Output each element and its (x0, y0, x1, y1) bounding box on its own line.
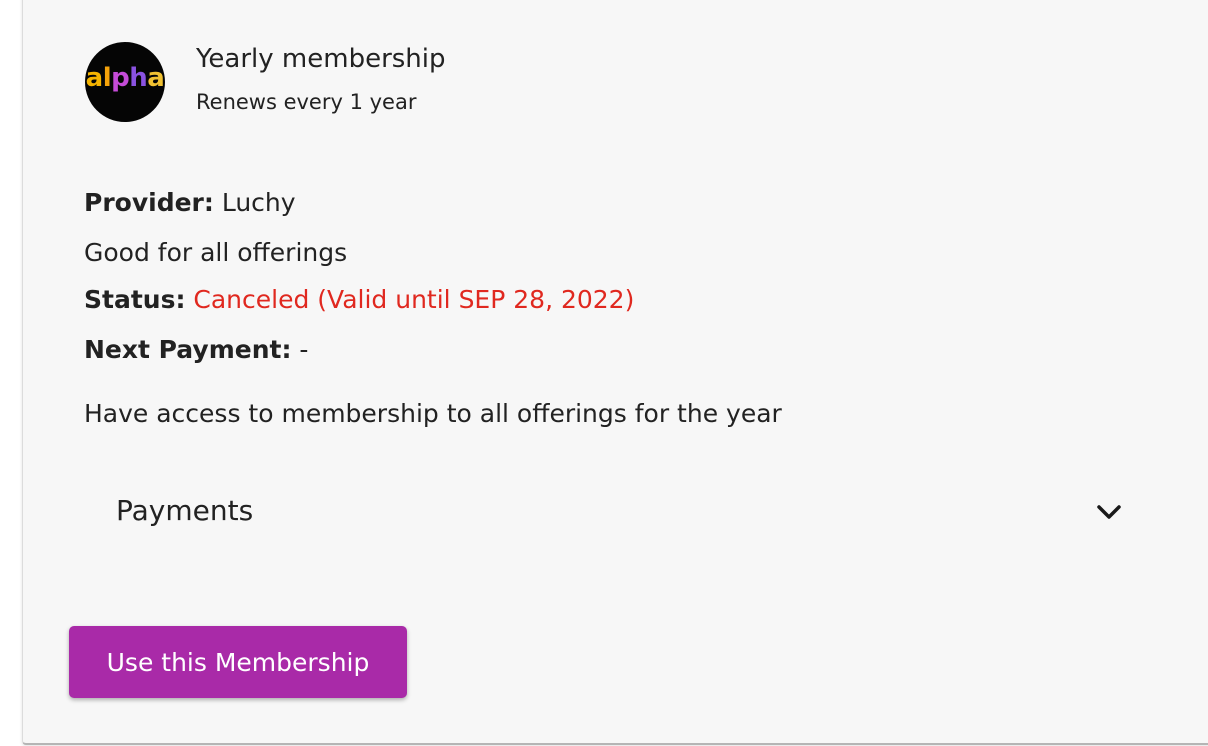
payments-accordion[interactable]: Payments (84, 474, 1144, 554)
provider-logo: alpha (85, 42, 165, 122)
status-value: Canceled (Valid until SEP 28, 2022) (193, 285, 635, 314)
next-payment-row: Next Payment: - (84, 335, 308, 364)
provider-label: Provider: (84, 188, 214, 217)
renewal-text: Renews every 1 year (196, 90, 417, 114)
membership-title: Yearly membership (196, 44, 446, 74)
membership-description: Have access to membership to all offerin… (84, 399, 782, 428)
status-row: Status: Canceled (Valid until SEP 28, 20… (84, 285, 634, 314)
provider-row: Provider: Luchy (84, 188, 296, 217)
scope-text: Good for all offerings (84, 238, 348, 267)
payments-label: Payments (116, 494, 254, 527)
use-membership-button[interactable]: Use this Membership (69, 626, 407, 698)
next-payment-value: - (299, 335, 309, 364)
status-label: Status: (84, 285, 186, 314)
chevron-down-icon (1097, 505, 1121, 519)
provider-value: Luchy (221, 188, 296, 217)
membership-card: alpha Yearly membership Renews every 1 y… (22, 0, 1208, 745)
logo-text: alpha (85, 63, 165, 93)
next-payment-label: Next Payment: (84, 335, 292, 364)
